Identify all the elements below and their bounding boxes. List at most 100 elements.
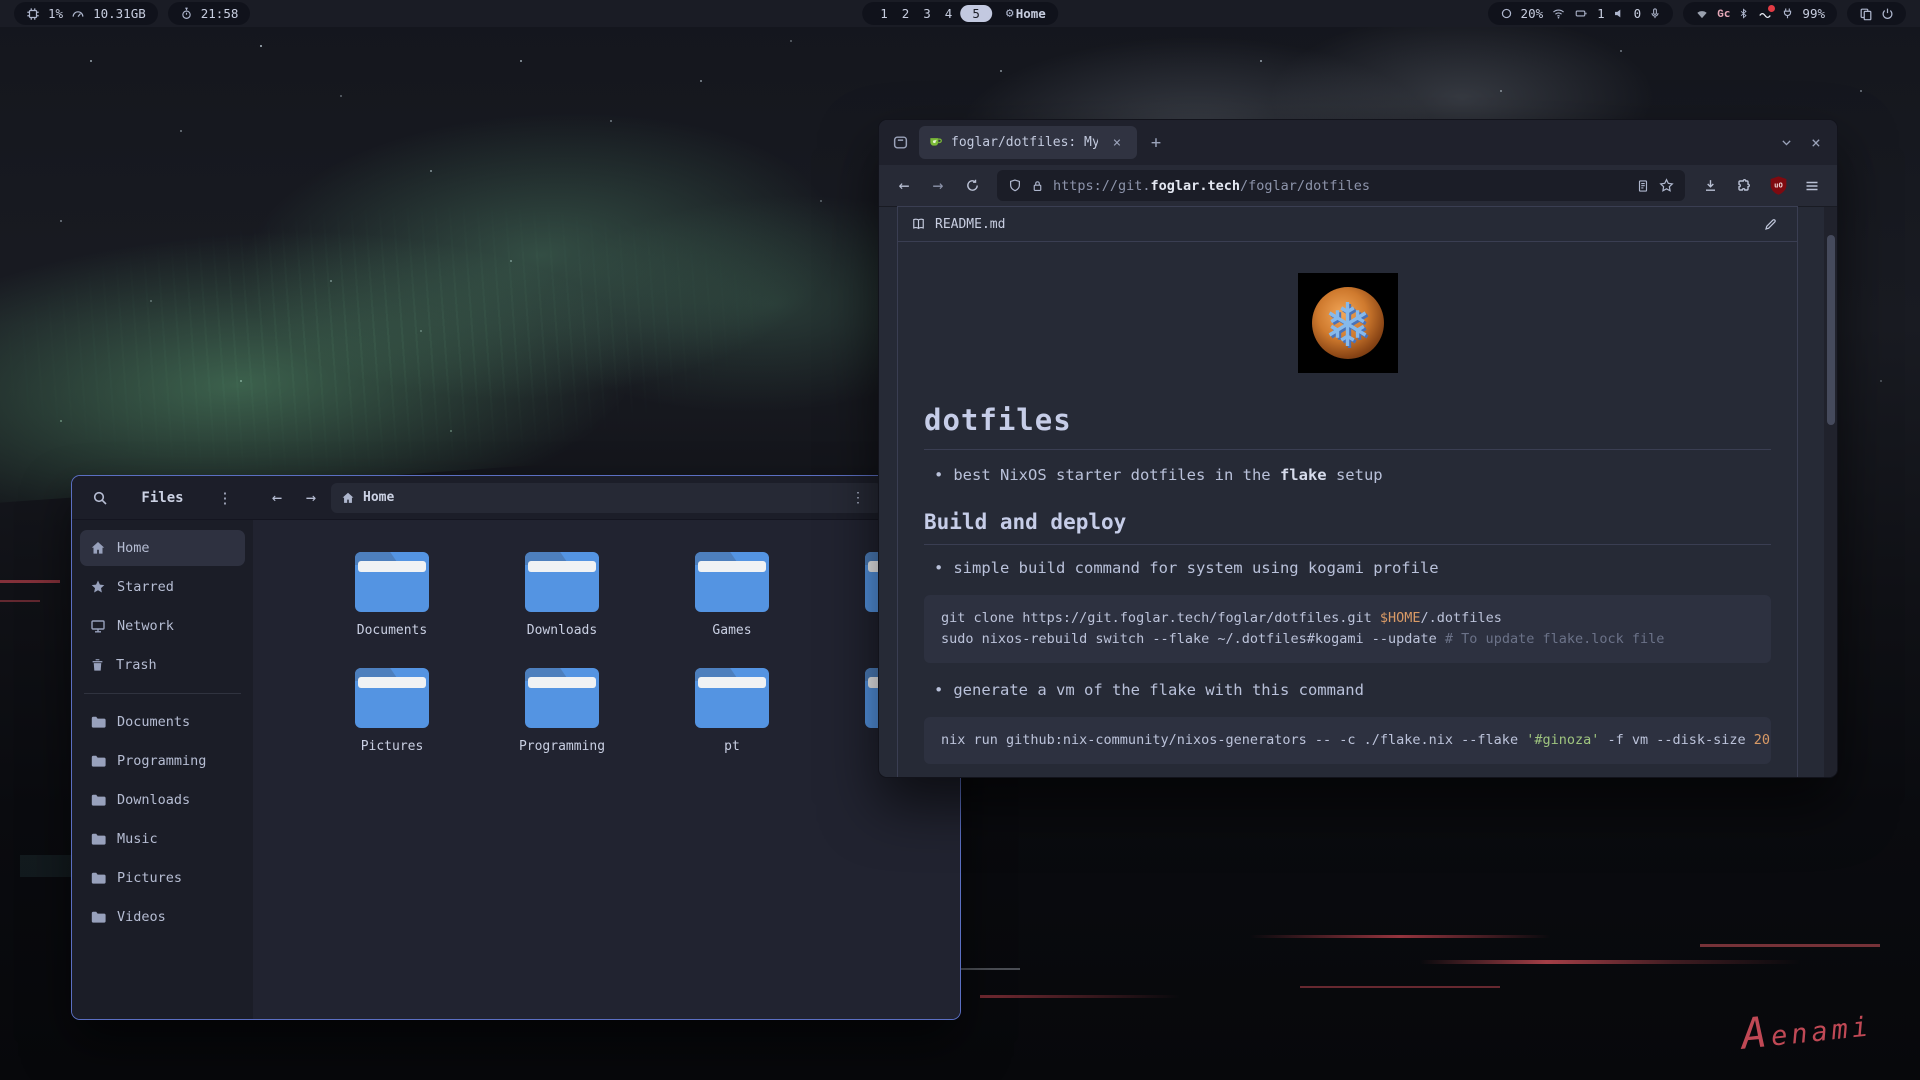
trash-icon [90,657,105,673]
brightness-level: 20% [1521,6,1544,21]
folder-icon [695,552,769,612]
workspace-switcher: 12345 [874,5,992,22]
sidebar-item-network[interactable]: Network [80,608,245,644]
wave-notification-icon[interactable] [1757,8,1773,20]
path-menu-button[interactable]: ⋮ [844,484,872,512]
sidebar-item-pictures[interactable]: Pictures [80,860,245,896]
firefox-view-icon[interactable] [889,132,911,154]
hamburger-menu-button[interactable] [1797,171,1827,201]
sidebar-item-starred[interactable]: Starred [80,569,245,605]
folder-tile-games[interactable]: Games [657,552,807,638]
folder-tile-pt[interactable]: pt [657,668,807,754]
workspace-1[interactable]: 1 [874,6,894,21]
browser-tab[interactable]: foglar/dotfiles: My × [919,126,1137,159]
folder-label: Pictures [361,739,424,754]
folder-label: Downloads [527,623,597,638]
path-bar[interactable]: Home ⋮ [331,483,882,513]
sidebar-item-trash[interactable]: Trash [80,647,245,683]
sidebar-item-label: Trash [116,657,157,673]
tab-title: foglar/dotfiles: My [951,135,1098,150]
clipboard-icon[interactable] [1859,7,1873,21]
browser-tab-bar: foglar/dotfiles: My × + × [879,120,1837,165]
green-aurora-glitch [0,108,950,493]
files-headerbar-left: Files ⋮ [72,484,253,512]
power-icon[interactable] [1881,7,1894,20]
speaker-icon [1613,7,1626,20]
status-left: 1% 10.31GB 21:58 [14,2,250,25]
cpu-usage: 1% [48,6,63,21]
downloads-button[interactable] [1695,171,1725,201]
bookmark-star-icon[interactable] [1659,178,1674,193]
sidebar-item-label: Videos [117,909,166,925]
artist-signature: Aenami [1739,996,1874,1058]
scrollbar-thumb[interactable] [1827,235,1835,425]
reader-mode-icon[interactable] [1636,179,1650,193]
status-center: 12345 ⚙ Home [862,2,1058,25]
lock-icon[interactable] [1031,179,1044,193]
readme-body: ❄ dotfiles best NixOS starter dotfiles i… [898,242,1797,764]
book-icon [911,217,926,231]
code-block: nix run github:nix-community/nixos-gener… [924,717,1771,764]
window-close-button[interactable]: × [1805,132,1827,154]
app-title: Files [141,490,183,506]
forward-button[interactable]: → [923,171,953,201]
search-button[interactable] [86,484,114,512]
red-glitch [1250,935,1550,938]
status-bar: 1% 10.31GB 21:58 12345 ⚙ Home 20% [0,0,1920,27]
sidebar-item-label: Network [117,618,174,634]
files-headerbar: Files ⋮ ← → Home ⋮ ⋮ [72,476,960,520]
workspace-2[interactable]: 2 [896,6,916,21]
workspace-5[interactable]: 5 [960,5,992,22]
sidebar-item-programming[interactable]: Programming [80,743,245,779]
workspace-4[interactable]: 4 [939,6,959,21]
list-item: best NixOS starter dotfiles in the flake… [934,466,1771,484]
new-tab-button[interactable]: + [1145,132,1167,154]
folder-tile-documents[interactable]: Documents [317,552,467,638]
current-path: Home [363,490,394,505]
reload-button[interactable] [957,171,987,201]
sidebar-item-music[interactable]: Music [80,821,245,857]
uc-tray-icon[interactable]: Ԍc [1717,7,1730,21]
stopwatch-icon [180,7,193,20]
plug-icon [1781,7,1794,20]
url-bar[interactable]: https://git.foglar.tech/foglar/dotfiles [997,170,1685,201]
bluetooth-icon[interactable] [1738,7,1749,20]
back-button[interactable]: ← [263,484,291,512]
folder-tile-pictures[interactable]: Pictures [317,668,467,754]
forward-button[interactable]: → [297,484,325,512]
sidebar-item-downloads[interactable]: Downloads [80,782,245,818]
readme-header: README.md [898,207,1797,242]
extensions-puzzle-button[interactable] [1729,171,1759,201]
files-toolbar: ← → Home ⋮ ⋮ [253,483,960,513]
tracking-shield-icon[interactable] [1008,178,1022,193]
ublock-origin-button[interactable]: uO [1763,171,1793,201]
battery-icon [1574,7,1589,20]
sidebar-item-videos[interactable]: Videos [80,899,245,935]
scrollbar[interactable] [1824,207,1837,777]
nix-snowflake-icon: ❄ [1298,273,1398,373]
system-stats-pill: 1% 10.31GB [14,2,158,25]
folder-label: Programming [519,739,605,754]
red-glitch [1700,944,1880,947]
edit-pencil-icon[interactable] [1756,210,1784,238]
list-item: generate a vm of the flake with this com… [934,681,1771,699]
signal-icon[interactable] [1695,8,1709,20]
tab-close-icon[interactable]: × [1106,132,1128,154]
url-text: https://git.foglar.tech/foglar/dotfiles [1053,178,1370,194]
app-menu-button[interactable]: ⋮ [211,484,239,512]
memory-usage: 10.31GB [93,6,146,21]
folder-tile-programming[interactable]: Programming [487,668,637,754]
status-right: 20% 1 0 Ԍc 99% [1488,2,1906,25]
session-pill [1847,2,1906,25]
code-block: git clone https://git.foglar.tech/foglar… [924,595,1771,663]
folder-tile-downloads[interactable]: Downloads [487,552,637,638]
workspace-3[interactable]: 3 [917,6,937,21]
sidebar-item-home[interactable]: Home [80,530,245,566]
sidebar-item-documents[interactable]: Documents [80,704,245,740]
list-tabs-chevron-icon[interactable] [1775,132,1797,154]
mode-label: Home [1016,6,1046,21]
files-window: Files ⋮ ← → Home ⋮ ⋮ HomeStarredNetworkT… [71,475,961,1020]
folder-icon [90,909,106,925]
back-button[interactable]: ← [889,171,919,201]
red-glitch [1420,960,1800,964]
